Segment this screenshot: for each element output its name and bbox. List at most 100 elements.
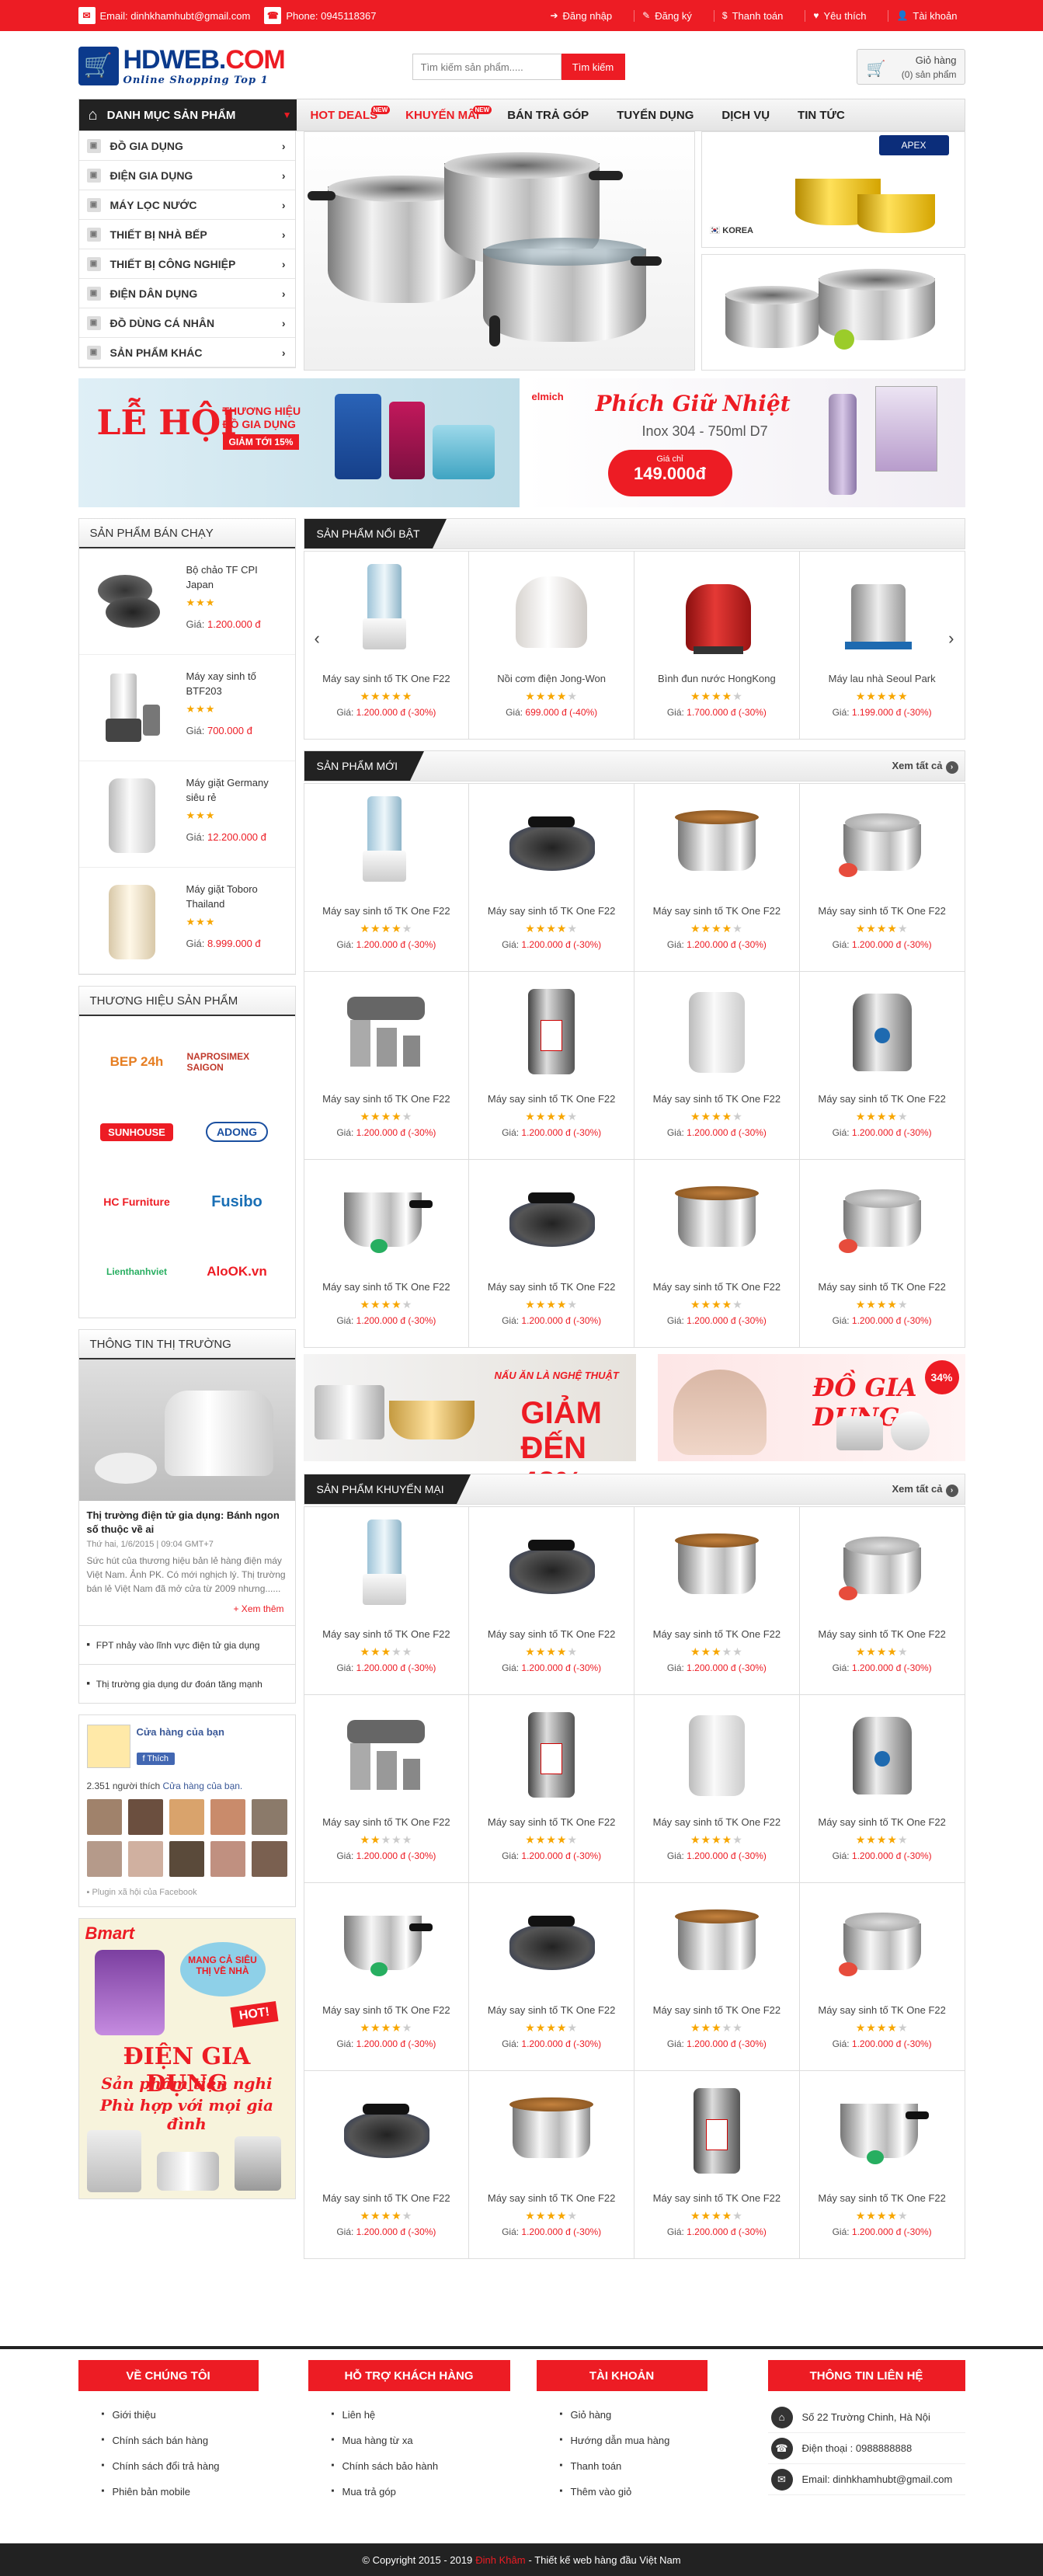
product-card[interactable]: Máy say sinh tố TK One F22 ★★★★★ Giá: 1.… [634, 1883, 800, 2071]
product-card[interactable]: Máy say sinh tố TK One F22 ★★★★★ Giá: 1.… [304, 784, 470, 972]
search-button[interactable]: Tìm kiếm [561, 54, 625, 80]
product-name[interactable]: Máy say sinh tố TK One F22 [469, 1281, 634, 1293]
product-name[interactable]: Máy say sinh tố TK One F22 [469, 1093, 634, 1105]
category-item-personal[interactable]: ▣ ĐỒ DÙNG CÁ NHÂN › [78, 308, 295, 338]
category-item-other[interactable]: ▣ SẢN PHẨM KHÁC › [78, 338, 295, 367]
bestseller-item[interactable]: Máy giặt Germany siêu rẻ ★★★ Giá: 12.200… [78, 761, 295, 868]
product-card[interactable]: Máy say sinh tố TK One F22 ★★★★★ Giá: 1.… [469, 1507, 634, 1695]
product-card[interactable]: Máy say sinh tố TK One F22 ★★★★★ Giá: 1.… [799, 784, 965, 972]
product-name[interactable]: Máy say sinh tố TK One F22 [800, 2004, 965, 2016]
register-link[interactable]: ✎ Đăng ký [634, 9, 700, 22]
product-card[interactable]: Máy say sinh tố TK One F22 ★★★★★ Giá: 1.… [634, 1160, 800, 1348]
product-name[interactable]: Máy say sinh tố TK One F22 [304, 1816, 469, 1828]
product-name[interactable]: Máy say sinh tố TK One F22 [304, 1281, 469, 1293]
brand-naprosimex[interactable]: NAPROSIMEX SAIGON [187, 1027, 287, 1097]
nav-services[interactable]: DỊCH VỤ [708, 99, 784, 131]
product-card[interactable]: Máy say sinh tố TK One F22 ★★★★★ Giá: 1.… [469, 972, 634, 1160]
product-name[interactable]: Máy say sinh tố TK One F22 [469, 1816, 634, 1828]
product-name[interactable]: Máy say sinh tố TK One F22 [634, 905, 799, 917]
footer-link[interactable]: Liên hệ [308, 2402, 510, 2428]
product-name[interactable]: Máy say sinh tố TK One F22 [304, 905, 469, 917]
footer-link[interactable]: Chính sách đổi trả hàng [78, 2453, 259, 2479]
household-banner[interactable]: ĐỒ GIA DỤNG 34% [657, 1354, 965, 1461]
product-card[interactable]: Máy say sinh tố TK One F22 ★★★★★ Giá: 1.… [634, 1507, 800, 1695]
product-name[interactable]: Máy say sinh tố TK One F22 [304, 1628, 469, 1640]
product-name[interactable]: Máy say sinh tố TK One F22 [634, 1628, 799, 1640]
slider-prev-icon[interactable]: ‹ [315, 628, 320, 649]
product-card[interactable]: Máy say sinh tố TK One F22 ★★★★★ Giá: 1.… [304, 2071, 470, 2259]
product-name[interactable]: Máy say sinh tố TK One F22 [634, 2004, 799, 2016]
avatar[interactable] [127, 1841, 163, 1877]
footer-link[interactable]: Phiên bản mobile [78, 2479, 259, 2505]
product-name[interactable]: Bình đun nước HongKong [634, 673, 799, 684]
product-card[interactable]: Máy say sinh tố TK One F22 ★★★★★ Giá: 1.… [799, 1883, 965, 2071]
category-item-water-filter[interactable]: ▣ MÁY LỌC NƯỚC › [78, 190, 295, 220]
bestseller-item[interactable]: Máy xay sinh tố BTF203 ★★★ Giá: 700.000 … [78, 655, 295, 761]
product-name[interactable]: Máy say sinh tố TK One F22 [304, 673, 469, 684]
product-name[interactable]: Máy say sinh tố TK One F22 [800, 2192, 965, 2204]
brand-bep24h[interactable]: BEP 24h [87, 1027, 187, 1097]
slider-next-icon[interactable]: › [948, 628, 954, 649]
nav-news[interactable]: TIN TỨC [784, 99, 859, 131]
news-headline[interactable]: Thị trường điện tử gia dụng: Bánh ngon s… [79, 1501, 295, 1540]
product-card[interactable]: Máy say sinh tố TK One F22 ★★★★★ Giá: 1.… [469, 1160, 634, 1348]
cart-box[interactable]: 🛒 Giỏ hàng (0) sản phẩm [856, 49, 965, 85]
side-banner-bottom[interactable] [701, 254, 965, 371]
thermos-banner[interactable]: elmich Phích Giữ Nhiệt Inox 304 - 750ml … [525, 378, 965, 507]
brand-hc-furniture[interactable]: HC Furniture [87, 1167, 187, 1237]
cooking-banner[interactable]: NẤU ĂN LÀ NGHỆ THUẬT GIẢM ĐẾN 42% [303, 1354, 636, 1500]
brand-lienthanhviet[interactable]: Lienthanhviet [87, 1237, 187, 1307]
product-name[interactable]: Máy say sinh tố TK One F22 [634, 2192, 799, 2204]
product-card[interactable]: Máy say sinh tố TK One F22 ★★★★★ Giá: 1.… [469, 784, 634, 972]
product-name[interactable]: Máy say sinh tố TK One F22 [469, 905, 634, 917]
product-name[interactable]: Máy say sinh tố TK One F22 [304, 2004, 469, 2016]
see-all-link[interactable]: Xem tất cả › [892, 1483, 958, 1497]
side-banner-top[interactable]: APEX 🇰🇷 KOREA [701, 131, 965, 248]
brand-sunhouse[interactable]: SUNHOUSE [87, 1097, 187, 1167]
news-image[interactable] [78, 1359, 295, 1501]
product-card[interactable]: Máy say sinh tố TK One F22 ★★★★★ Giá: 1.… [304, 972, 470, 1160]
search-input[interactable] [412, 54, 561, 80]
product-name[interactable]: Máy say sinh tố TK One F22 [304, 1093, 469, 1105]
product-name[interactable]: Máy say sinh tố TK One F22 [800, 1281, 965, 1293]
avatar[interactable] [86, 1799, 122, 1835]
product-card[interactable]: Máy say sinh tố TK One F22 ★★★★★ Giá: 1.… [304, 1507, 470, 1695]
footer-link[interactable]: Thêm vào giỏ [537, 2479, 708, 2505]
avatar[interactable] [127, 1799, 163, 1835]
facebook-page-link[interactable]: Cửa hàng của bạn. [162, 1781, 242, 1791]
footer-link[interactable]: Mua trả góp [308, 2479, 510, 2505]
category-menu-toggle[interactable]: ⌂ DANH MỤC SẢN PHẨM ▼ [78, 99, 297, 131]
product-name[interactable]: Máy say sinh tố TK One F22 [469, 1628, 634, 1640]
avatar[interactable] [210, 1841, 246, 1877]
product-name[interactable]: Máy say sinh tố TK One F22 [469, 2004, 634, 2016]
footer-link[interactable]: Hướng dẫn mua hàng [537, 2428, 708, 2453]
product-name[interactable]: Máy say sinh tố TK One F22 [469, 2192, 634, 2204]
product-card[interactable]: Nồi cơm điện Jong-Won ★★★★★ Giá: 699.000… [469, 552, 634, 740]
product-name[interactable]: Nồi cơm điện Jong-Won [469, 673, 634, 684]
account-link[interactable]: 👤 Tài khoản [888, 9, 965, 22]
product-card[interactable]: Máy say sinh tố TK One F22 ★★★★★ Giá: 1.… [799, 972, 965, 1160]
product-card[interactable]: Bình đun nước HongKong ★★★★★ Giá: 1.700.… [634, 552, 800, 740]
category-item-kitchen[interactable]: ▣ THIẾT BỊ NHÀ BẾP › [78, 220, 295, 249]
product-name[interactable]: Máy say sinh tố TK One F22 [800, 905, 965, 917]
avatar[interactable] [252, 1799, 287, 1835]
footer-link[interactable]: Mua hàng từ xa [308, 2428, 510, 2453]
news-link[interactable]: Thị trường gia dụng dư đoán tăng mạnh [78, 1664, 295, 1703]
nav-recruitment[interactable]: TUYỂN DỤNG [603, 99, 708, 131]
avatar[interactable] [169, 1799, 205, 1835]
product-name[interactable]: Máy say sinh tố TK One F22 [634, 1093, 799, 1105]
product-card[interactable]: Máy say sinh tố TK One F22 ★★★★★ Giá: 1.… [634, 2071, 800, 2259]
facebook-like-button[interactable]: f Thích [136, 1753, 175, 1765]
product-card[interactable]: Máy say sinh tố TK One F22 ★★★★★ Giá: 1.… [799, 1507, 965, 1695]
avatar[interactable] [86, 1841, 122, 1877]
footer-link[interactable]: Chính sách bảo hành [308, 2453, 510, 2479]
nav-installment[interactable]: BÁN TRẢ GÓP [493, 99, 603, 131]
avatar[interactable] [169, 1841, 205, 1877]
category-item-household[interactable]: ▣ ĐỒ GIA DỤNG › [78, 131, 295, 161]
copyright-brand-link[interactable]: Đinh Khâm [475, 2554, 525, 2566]
product-card[interactable]: Máy say sinh tố TK One F22 ★★★★★ Giá: 1.… [304, 1160, 470, 1348]
product-name[interactable]: Máy say sinh tố TK One F22 [800, 1628, 965, 1640]
product-card[interactable]: Máy say sinh tố TK One F22 ★★★★★ Giá: 1.… [634, 1695, 800, 1883]
footer-link[interactable]: Chính sách bán hàng [78, 2428, 259, 2453]
category-item-appliances[interactable]: ▣ ĐIỆN GIA DỤNG › [78, 161, 295, 190]
